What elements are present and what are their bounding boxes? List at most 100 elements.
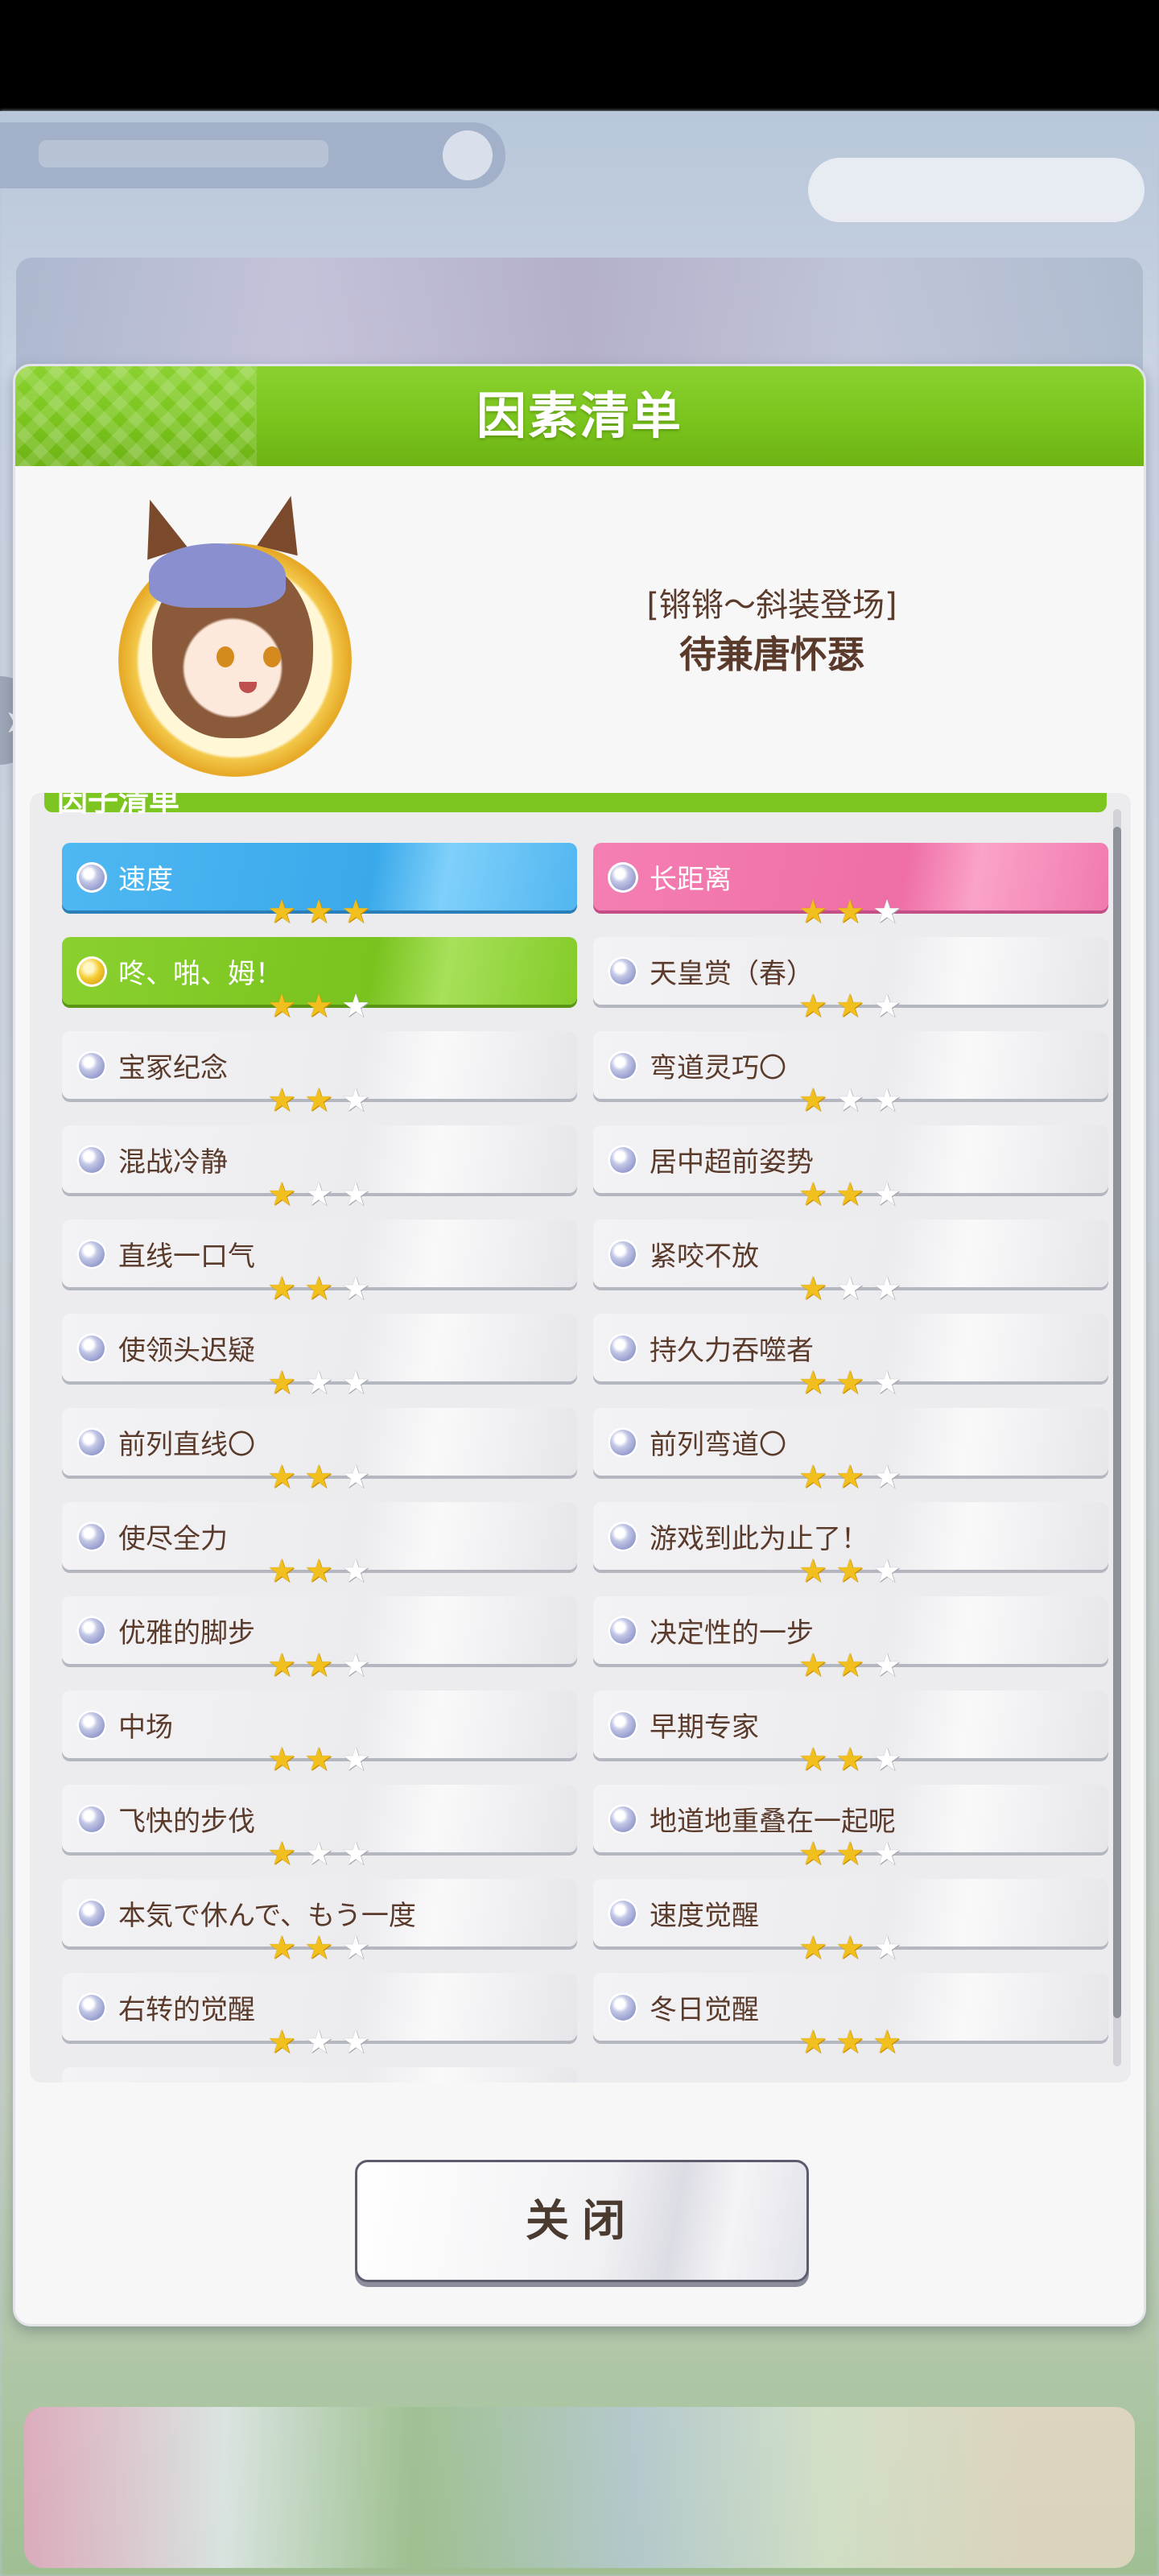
factor-item[interactable]: 前列直线〇 ★ ★ ★ [62,1408,577,1493]
star-filled-icon: ★ [304,1082,333,1119]
factor-item[interactable]: 天皇赏（春） ★ ★ ★ [593,937,1108,1022]
factor-item[interactable]: 本気で休んで、もう一度 ★ ★ ★ [62,1879,577,1964]
dialog-title: 因素清单 [476,386,683,445]
factor-name: 天皇赏（春） [650,958,814,990]
factor-orb-icon [76,1898,107,1929]
factor-star-rating: ★ ★ ★ [794,1461,905,1493]
factor-name: 持久力吞噬者 [650,1335,814,1367]
star-empty-icon: ★ [304,1364,333,1402]
factor-orb-icon [76,1616,107,1646]
star-filled-icon: ★ [798,1553,827,1590]
star-empty-icon: ★ [872,988,901,1025]
star-empty-icon: ★ [872,894,901,931]
factor-list-header [44,793,1107,812]
factor-item[interactable]: 居中超前姿势 ★ ★ ★ [593,1125,1108,1211]
factor-name: 混战冷静 [118,1146,228,1179]
star-filled-icon: ★ [304,1459,333,1496]
factor-orb-icon [608,1616,638,1646]
factor-item[interactable]: 使领头迟疑 ★ ★ ★ [62,1314,577,1399]
factor-item[interactable]: 游戏到此为止了！ ★ ★ ★ [593,1502,1108,1587]
star-empty-icon: ★ [872,1647,901,1684]
factor-item[interactable]: 紧咬不放 ★ ★ ★ [593,1220,1108,1305]
factor-orb-icon [608,1521,638,1552]
factor-name: 速度 [118,864,173,896]
factor-star-rating: ★ ★ ★ [263,1555,374,1587]
star-filled-icon: ★ [798,1647,827,1684]
factor-star-rating: ★ ★ ★ [794,1367,905,1399]
factor-item[interactable]: 弯道灵巧〇 ★ ★ ★ [593,1031,1108,1117]
factor-orb-icon [76,1145,107,1175]
star-empty-icon: ★ [872,1270,901,1307]
star-empty-icon: ★ [835,1082,864,1119]
star-filled-icon: ★ [267,1835,296,1872]
star-empty-icon: ★ [341,1930,370,1967]
star-empty-icon: ★ [341,1647,370,1684]
star-empty-icon: ★ [341,988,370,1025]
star-filled-icon: ★ [267,1176,296,1213]
star-empty-icon: ★ [341,1553,370,1590]
factor-orb-icon [608,1333,638,1364]
factor-name: 游戏到此为止了！ [650,1523,868,1555]
star-filled-icon: ★ [267,2024,296,2061]
star-empty-icon: ★ [872,1082,901,1119]
factor-item[interactable]: 速度 ★ ★ ★ [62,843,577,928]
star-filled-icon: ★ [267,1647,296,1684]
character-outfit-title: [锵锵～斜装登场] [646,587,897,624]
star-empty-icon: ★ [304,1835,333,1872]
star-filled-icon: ★ [835,2024,864,2061]
star-filled-icon: ★ [835,1364,864,1402]
factor-item[interactable]: 优雅的脚步 ★ ★ ★ [62,1596,577,1682]
star-filled-icon: ★ [304,1553,333,1590]
star-empty-icon: ★ [341,1459,370,1496]
factor-item[interactable]: 冬日觉醒 ★ ★ ★ [593,1973,1108,2058]
factor-item[interactable]: 中场 ★ ★ ★ [62,1690,577,1776]
status-bar [0,0,1159,111]
factor-item[interactable]: 大小姐 [62,2067,577,2083]
star-empty-icon: ★ [341,1741,370,1778]
factor-item[interactable]: 宝冢纪念 ★ ★ ★ [62,1031,577,1117]
star-filled-icon: ★ [267,1270,296,1307]
factor-item[interactable]: 前列弯道〇 ★ ★ ★ [593,1408,1108,1493]
star-filled-icon: ★ [798,2024,827,2061]
star-filled-icon: ★ [267,894,296,931]
factor-item[interactable]: 决定性的一步 ★ ★ ★ [593,1596,1108,1682]
close-button[interactable]: 关闭 [355,2160,809,2282]
star-filled-icon: ★ [304,1930,333,1967]
factor-star-rating: ★ ★ ★ [263,896,374,928]
factor-star-rating: ★ ★ ★ [263,1179,374,1211]
star-filled-icon: ★ [304,1647,333,1684]
factor-name: 前列直线〇 [118,1429,255,1461]
factor-item[interactable]: 混战冷静 ★ ★ ★ [62,1125,577,1211]
factor-item[interactable]: 飞快的步伐 ★ ★ ★ [62,1785,577,1870]
star-filled-icon: ★ [835,1835,864,1872]
factor-star-rating: ★ ★ ★ [794,990,905,1022]
factor-orb-icon [608,862,638,893]
factor-name: 宝冢纪念 [118,1052,228,1084]
factor-name: 优雅的脚步 [118,1617,255,1649]
star-filled-icon: ★ [835,1741,864,1778]
factor-orb-icon [76,1239,107,1269]
factor-orb-icon [76,1051,107,1081]
factor-item[interactable]: 早期专家 ★ ★ ★ [593,1690,1108,1776]
character-name: 待兼唐怀瑟 [679,633,864,676]
scrollbar-thumb[interactable] [1113,827,1121,2018]
factor-orb-icon [76,1333,107,1364]
factor-item[interactable]: 咚、啪、姆！ ★ ★ ★ [62,937,577,1022]
star-filled-icon: ★ [835,988,864,1025]
star-filled-icon: ★ [835,1176,864,1213]
factor-item[interactable]: 右转的觉醒 ★ ★ ★ [62,1973,577,2058]
factor-name: 地道地重叠在一起呢 [650,1806,896,1838]
factor-orb-icon [76,1521,107,1552]
factor-list-panel[interactable]: 因子清单 速度 ★ ★ ★ 咚、啪、姆！ ★ ★ ★ 宝冢纪念 ★ ★ ★ 混战冷静 ★ ★ ★ 直线一口气 ★ ★… [30,793,1131,2083]
star-empty-icon: ★ [341,1835,370,1872]
factor-item[interactable]: 持久力吞噬者 ★ ★ ★ [593,1314,1108,1399]
factor-item[interactable]: 速度觉醒 ★ ★ ★ [593,1879,1108,1964]
factor-item[interactable]: 地道地重叠在一起呢 ★ ★ ★ [593,1785,1108,1870]
star-empty-icon: ★ [341,1176,370,1213]
factor-item[interactable]: 长距离 ★ ★ ★ [593,843,1108,928]
factor-item[interactable]: 使尽全力 ★ ★ ★ [62,1502,577,1587]
factor-name: 右转的觉醒 [118,1994,255,2026]
factor-name: 长距离 [650,864,732,896]
factor-orb-icon [76,956,107,987]
factor-item[interactable]: 直线一口气 ★ ★ ★ [62,1220,577,1305]
